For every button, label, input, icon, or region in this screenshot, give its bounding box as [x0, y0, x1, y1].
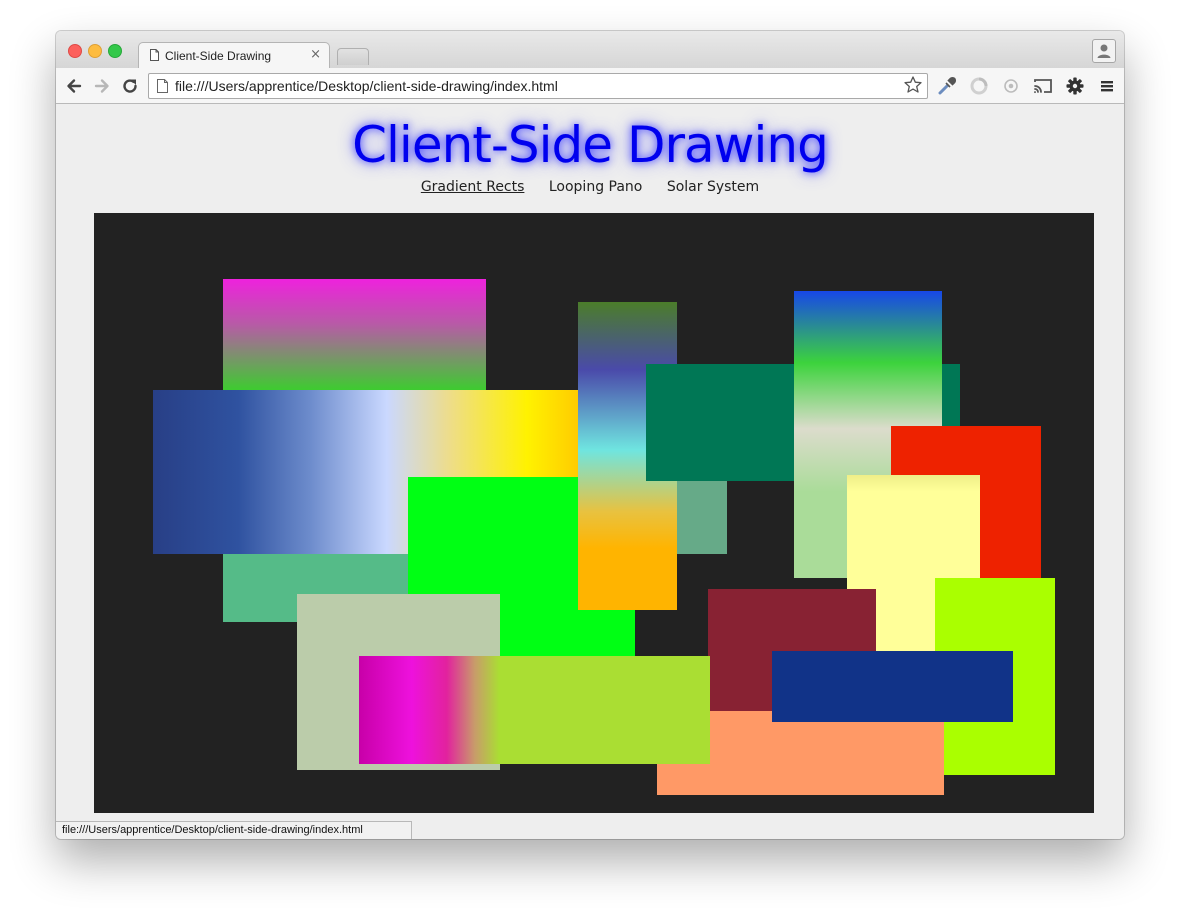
page-content: Client-Side Drawing Gradient Rects Loopi…	[56, 104, 1124, 839]
tab-close-button[interactable]: ×	[310, 47, 321, 62]
person-icon	[1097, 44, 1111, 58]
eyedropper-icon[interactable]	[936, 75, 958, 97]
nav-link-gradient-rects[interactable]: Gradient Rects	[421, 179, 525, 195]
record-icon[interactable]	[1000, 75, 1022, 97]
gradient-rect	[772, 651, 1013, 722]
page-nav: Gradient Rects Looping Pano Solar System	[56, 179, 1124, 195]
browser-window: Client-Side Drawing × file:///Users/appr…	[56, 31, 1124, 839]
gradient-rect	[223, 279, 486, 391]
bookmark-star-icon[interactable]	[903, 75, 923, 95]
drawing-canvas[interactable]	[94, 213, 1094, 813]
profile-button[interactable]	[1092, 39, 1116, 63]
reload-icon[interactable]	[120, 76, 140, 96]
gear-icon[interactable]	[1064, 75, 1086, 97]
title-bar: Client-Side Drawing ×	[56, 31, 1124, 69]
address-bar[interactable]: file:///Users/apprentice/Desktop/client-…	[148, 73, 928, 99]
menu-icon[interactable]	[1096, 75, 1118, 97]
minimize-window-button[interactable]	[88, 44, 102, 58]
url-text: file:///Users/apprentice/Desktop/client-…	[175, 78, 558, 94]
nav-link-looping-pano[interactable]: Looping Pano	[549, 179, 643, 195]
page-title: Client-Side Drawing	[352, 116, 829, 174]
zoom-window-button[interactable]	[108, 44, 122, 58]
forward-arrow-icon[interactable]	[92, 76, 112, 96]
sync-icon[interactable]	[968, 75, 990, 97]
back-arrow-icon[interactable]	[64, 76, 84, 96]
cast-icon[interactable]	[1032, 75, 1054, 97]
document-icon	[150, 49, 159, 61]
page-icon	[157, 79, 168, 93]
close-window-button[interactable]	[68, 44, 82, 58]
status-bar: file:///Users/apprentice/Desktop/client-…	[56, 821, 412, 839]
nav-link-solar-system[interactable]: Solar System	[667, 179, 759, 195]
browser-tab[interactable]: Client-Side Drawing ×	[138, 42, 330, 69]
new-tab-button[interactable]	[337, 48, 369, 65]
tab-title: Client-Side Drawing	[165, 49, 272, 63]
gradient-rect	[677, 478, 727, 554]
gradient-rect	[359, 656, 710, 764]
browser-toolbar: file:///Users/apprentice/Desktop/client-…	[56, 68, 1124, 104]
